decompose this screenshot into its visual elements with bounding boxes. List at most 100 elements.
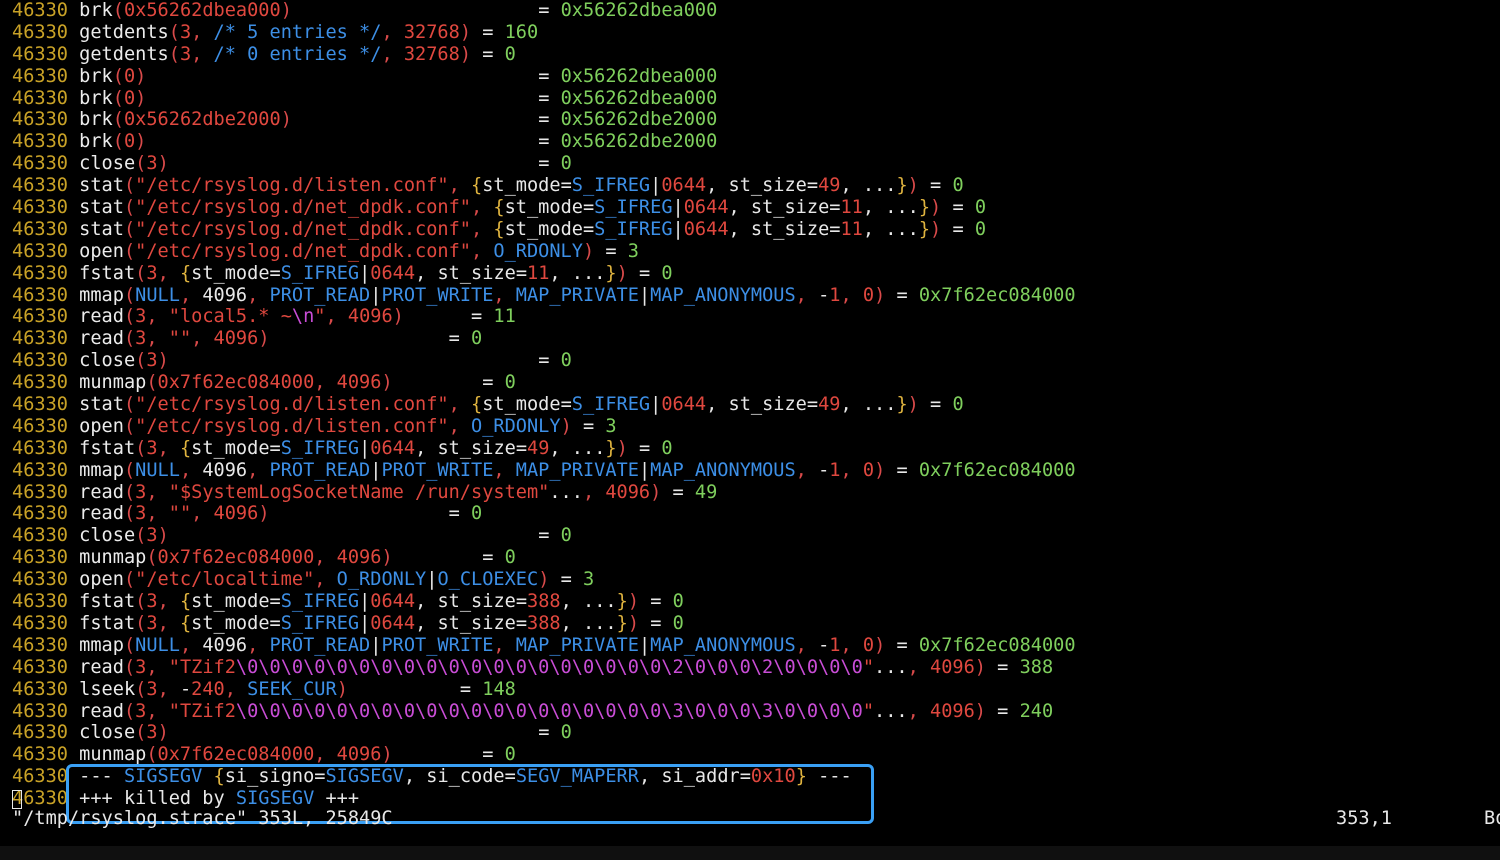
trace-token: =	[997, 656, 1020, 678]
trace-token: =	[482, 372, 505, 394]
trace-token: }	[918, 218, 931, 240]
pid-label: 46330	[12, 415, 80, 437]
trace-token: si_signo=	[224, 766, 326, 788]
trace-line: 46330 --- SIGSEGV {si_signo=SIGSEGV, si_…	[12, 766, 1497, 788]
trace-line: 46330 getdents(3, /* 0 entries */, 32768…	[12, 44, 1497, 66]
trace-token: ...	[874, 656, 908, 678]
trace-token: 0	[974, 218, 987, 240]
trace-line: 46330 open("/etc/localtime", O_RDONLY|O_…	[12, 569, 1497, 591]
trace-token: ,	[191, 43, 214, 65]
trace-token: (	[123, 240, 136, 262]
trace-token: 3	[146, 350, 158, 372]
trace-token: , ...	[560, 612, 617, 634]
trace-token: S_IFREG	[571, 175, 651, 197]
trace-token: ...	[874, 700, 908, 722]
trace-token: )	[874, 634, 897, 656]
trace-token: 0	[672, 612, 684, 634]
trace-token: NULL	[135, 284, 180, 306]
pid-label: 46330	[12, 175, 80, 197]
trace-token: 4096	[347, 306, 393, 328]
trace-token: 0x56262dbea000	[560, 65, 718, 87]
pid-label: 46330	[12, 284, 80, 306]
trace-token: 3	[582, 569, 595, 591]
trace-token: /* 0 entries */	[213, 43, 382, 65]
trace-token: )	[907, 175, 931, 197]
pid-label: 46330	[12, 65, 80, 87]
trace-token: SIGSEGV	[325, 766, 404, 788]
trace-token: 11	[527, 262, 550, 284]
trace-token: 4096	[336, 547, 382, 569]
trace-token: PROT_WRITE	[381, 284, 494, 306]
strace-output: 46330 brk(0x56262dbea000) = 0x56262dbea0…	[12, 0, 1497, 810]
trace-line: 46330 mmap(NULL, 4096, PROT_READ|PROT_WR…	[12, 635, 1497, 657]
trace-token: ,	[191, 328, 214, 350]
trace-token: =	[639, 437, 662, 459]
trace-token: =	[459, 678, 483, 700]
trace-token: 0	[123, 87, 136, 109]
trace-token: (	[135, 612, 147, 634]
trace-token: )	[930, 218, 953, 240]
trace-token: "	[862, 656, 875, 678]
trace-token: )	[627, 612, 651, 634]
trace-token: "/etc/rsyslog.d/net_dpdk.conf"	[135, 240, 471, 262]
trace-token: "$SystemLogSocketName /run/system"	[168, 481, 550, 503]
trace-token: ,	[191, 503, 214, 525]
trace-token: =	[538, 153, 561, 175]
trace-token: 0	[560, 525, 572, 547]
trace-token: ,	[224, 678, 248, 700]
trace-token	[393, 744, 483, 765]
trace-line: 46330 read(3, "", 4096) = 0	[12, 503, 1497, 525]
terminal-window[interactable]: 46330 brk(0x56262dbea000) = 0x56262dbea0…	[0, 0, 1500, 860]
trace-token: (	[168, 21, 180, 43]
pid-label: 46330	[12, 153, 80, 175]
trace-token: )	[392, 306, 404, 328]
trace-token: S_IFREG	[280, 262, 360, 284]
trace-token: (	[135, 262, 147, 284]
trace-token: 0	[862, 459, 875, 481]
trace-token: =	[560, 569, 583, 591]
trace-token: {	[179, 262, 192, 284]
trace-token: (	[168, 43, 180, 65]
trace-token	[393, 547, 483, 568]
trace-token: ,	[179, 634, 203, 656]
trace-token: ...	[549, 481, 583, 503]
trace-token: )	[336, 678, 348, 700]
trace-token: SIGSEGV	[123, 766, 203, 788]
trace-token: =	[650, 591, 673, 613]
trace-token: stat	[79, 197, 124, 219]
trace-token: , st_size=	[706, 175, 819, 197]
trace-token: , st_size=	[415, 262, 528, 284]
trace-token: )	[560, 415, 583, 437]
trace-token: -	[179, 678, 192, 700]
trace-token: 0644	[370, 262, 416, 284]
trace-token: 32768	[403, 21, 460, 43]
trace-token: )	[135, 87, 147, 109]
trace-token: 388	[1019, 656, 1054, 678]
trace-token: 0644	[683, 218, 729, 240]
trace-token: )	[974, 700, 998, 722]
trace-token: =	[538, 109, 561, 131]
trace-token: )	[135, 65, 147, 87]
trace-token: 0x7f62ec084000	[918, 459, 1076, 481]
trace-token: )	[907, 394, 931, 416]
trace-line: 46330 +++ killed by SIGSEGV +++	[12, 788, 1497, 810]
trace-token: {	[471, 394, 483, 416]
trace-token	[202, 766, 213, 787]
pid-label: 46330	[12, 218, 80, 240]
pid-label: 46330	[12, 131, 80, 153]
trace-token: )	[616, 262, 639, 284]
trace-token: )	[459, 21, 483, 43]
trace-token: stat	[79, 175, 124, 197]
trace-token: 0644	[661, 175, 707, 197]
trace-line: 46330 read(3, "local5.* ~\n", 4096) = 11	[12, 306, 1497, 328]
trace-token: |	[359, 262, 371, 284]
pid-label: 46330	[12, 43, 80, 65]
trace-token: 0x56262dbea000	[123, 0, 281, 21]
trace-token: read	[79, 481, 124, 503]
trace-token: read	[79, 306, 124, 328]
trace-token: PROT_WRITE	[381, 459, 494, 481]
trace-token: , si_code=	[403, 766, 516, 788]
trace-token: \0\0\0\0\0\0\0\0\0\0\0\0\0\0\0\0\0\0\0\2…	[235, 656, 863, 678]
trace-token: )	[280, 109, 292, 131]
trace-token: }	[918, 197, 931, 219]
